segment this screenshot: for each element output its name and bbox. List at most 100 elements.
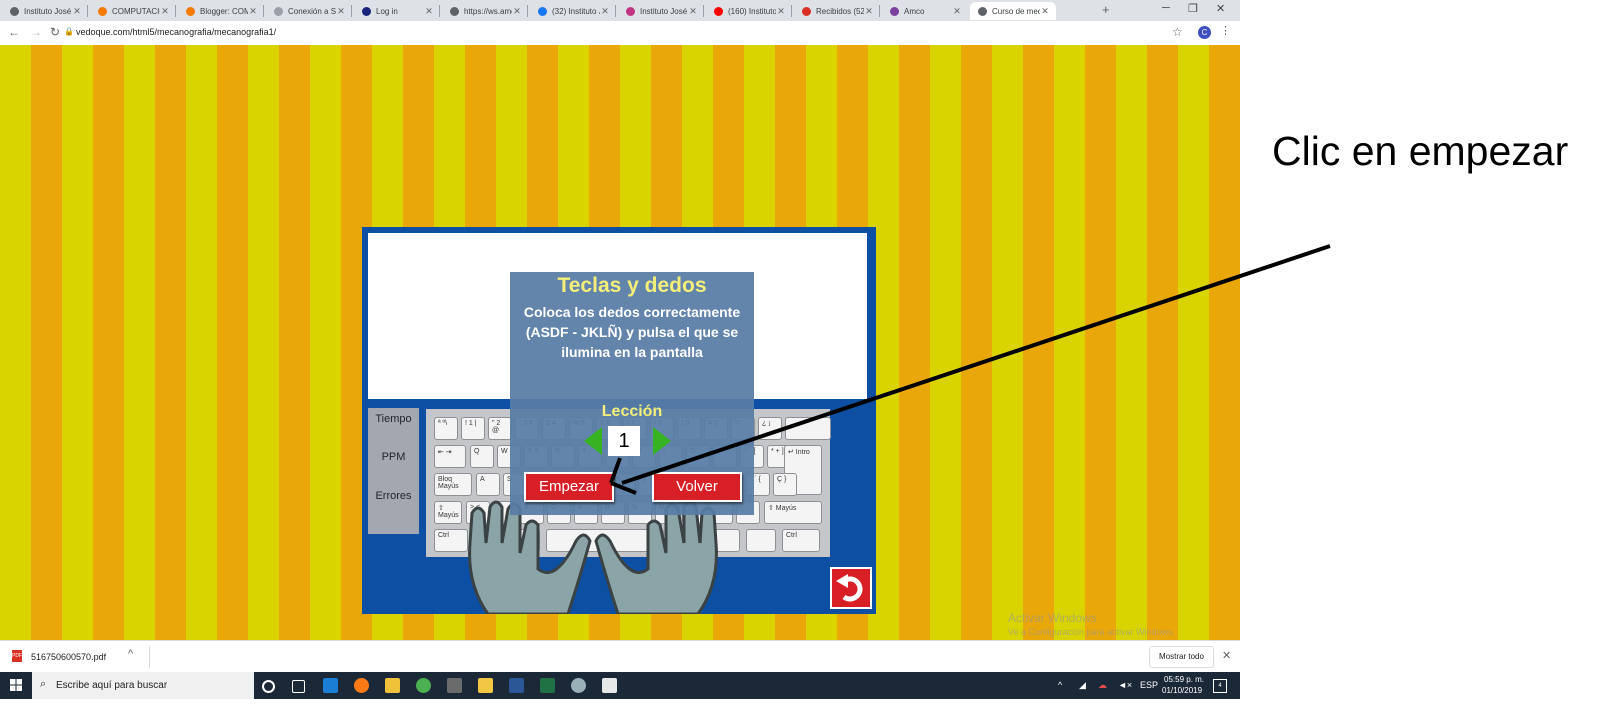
chevron-up-icon[interactable]: ^ [128, 648, 133, 660]
pdf-file-icon[interactable]: PDF [12, 650, 22, 662]
tab-favicon-icon [978, 6, 987, 16]
clock-date[interactable]: 01/10/2019 [1162, 686, 1202, 695]
tab-favicon-icon [714, 6, 723, 16]
mail-icon[interactable] [602, 678, 617, 693]
onedrive-icon[interactable]: ☁ [1098, 680, 1107, 691]
tab-separator [87, 5, 88, 17]
tab-label: Recibidos (52) [816, 6, 864, 16]
file-explorer-icon[interactable] [478, 678, 493, 693]
bookmark-star-icon[interactable]: ☆ [1172, 25, 1183, 39]
clock-time[interactable]: 05:59 p. m. [1164, 675, 1204, 684]
volume-muted-icon[interactable]: ◄× [1118, 680, 1132, 690]
browser-tab[interactable]: (32) Instituto J ✕ [530, 2, 616, 20]
tab-label: Amco [904, 6, 925, 16]
minimize-icon[interactable]: ─ [1162, 2, 1170, 14]
windows-start-icon[interactable] [10, 679, 22, 691]
windows-taskbar: ⌕ Escribe aquí para buscar ^ ◢ ☁ ◄× ESP … [0, 672, 1240, 699]
calculator-icon[interactable] [447, 678, 462, 693]
tab-label: (160) Instituto [728, 6, 776, 16]
network-app-icon[interactable] [571, 678, 586, 693]
chrome-icon[interactable] [416, 678, 431, 693]
keyboard-key: ¿ ¡ [758, 417, 782, 440]
browser-tab[interactable]: https://ws.amc ✕ [442, 2, 528, 20]
browser-tab[interactable]: Amco ✕ [882, 2, 968, 20]
back-arrow-icon[interactable]: ← [8, 25, 20, 39]
tab-label: Curso de mec [992, 6, 1040, 16]
firefox-icon[interactable] [354, 678, 369, 693]
tab-label: Blogger: COM [200, 6, 248, 16]
cortana-icon[interactable] [262, 680, 275, 693]
browser-tab[interactable]: Curso de mec ✕ [970, 2, 1056, 20]
back-button[interactable]: Volver [652, 472, 742, 502]
keyboard-key: ! 1 | [461, 417, 485, 440]
page-viewport: Tiempo PPM Errores ª º\! 1 |" 2 @· 3 #$ … [0, 45, 1240, 640]
task-view-icon[interactable] [292, 680, 305, 693]
browser-tab[interactable]: Blogger: COM ✕ [178, 2, 264, 20]
tab-favicon-icon [362, 6, 371, 16]
tab-close-icon[interactable]: ✕ [336, 6, 346, 17]
notification-center-icon[interactable]: 4 [1213, 679, 1227, 693]
tab-separator [263, 5, 264, 17]
exit-button[interactable] [830, 567, 872, 609]
tab-separator [175, 5, 176, 17]
browser-tab[interactable]: Instituto José ✕ [2, 2, 88, 20]
word-icon[interactable] [509, 678, 524, 693]
restore-icon[interactable]: ❐ [1188, 2, 1198, 15]
tab-close-icon[interactable]: ✕ [600, 6, 610, 17]
tray-chevron-icon[interactable]: ^ [1058, 680, 1062, 690]
browser-tab[interactable]: (160) Instituto ✕ [706, 2, 792, 20]
lock-icon[interactable]: 🔒 [64, 27, 74, 36]
tab-close-icon[interactable]: ✕ [512, 6, 522, 17]
url-text[interactable]: vedoque.com/html5/mecanografia/mecanogra… [76, 27, 276, 37]
excel-icon[interactable] [540, 678, 555, 693]
forward-arrow-icon[interactable]: → [30, 25, 42, 39]
tab-favicon-icon [274, 6, 283, 16]
browser-tab[interactable]: Log in ✕ [354, 2, 440, 20]
lesson-label: Lección [601, 403, 663, 420]
start-button[interactable]: Empezar [524, 472, 614, 502]
activate-windows-title: Activar Windows [1008, 611, 1097, 625]
taskbar-search[interactable]: ⌕ Escribe aquí para buscar [32, 672, 254, 699]
tab-favicon-icon [890, 6, 899, 16]
search-icon: ⌕ [40, 678, 47, 690]
browser-tab[interactable]: COMPUTACIÓ✕ [90, 2, 176, 20]
tab-label: (32) Instituto J [552, 6, 600, 16]
annotation-label: Clic en empezar [1272, 128, 1569, 174]
previous-lesson-arrow-icon[interactable] [584, 427, 602, 455]
tab-close-icon[interactable]: ✕ [864, 6, 874, 17]
tab-favicon-icon [802, 6, 811, 16]
edge-icon[interactable] [323, 678, 338, 693]
tab-separator [879, 5, 880, 17]
new-tab-button[interactable]: + [1102, 2, 1110, 17]
browser-tab[interactable]: Conexión a Sr ✕ [266, 2, 352, 20]
menu-dots-icon[interactable]: ⋮ [1220, 24, 1231, 37]
download-file-name[interactable]: 516750600570.pdf [31, 652, 106, 662]
tab-close-icon[interactable]: ✕ [160, 6, 170, 17]
close-download-bar-icon[interactable]: ✕ [1222, 649, 1231, 662]
search-input[interactable]: Escribe aquí para buscar [56, 680, 167, 691]
tab-close-icon[interactable]: ✕ [1040, 6, 1050, 17]
download-divider [149, 646, 150, 668]
browser-tab[interactable]: Recibidos (52) ✕ [794, 2, 880, 20]
tab-label: Log in [376, 6, 398, 16]
profile-avatar[interactable]: C [1198, 26, 1211, 39]
close-window-icon[interactable]: ✕ [1216, 2, 1225, 15]
reload-icon[interactable]: ↻ [50, 25, 60, 39]
wifi-icon[interactable]: ◢ [1079, 680, 1086, 691]
browser-tab[interactable]: Instituto José ✕ [618, 2, 704, 20]
tab-close-icon[interactable]: ✕ [688, 6, 698, 17]
tab-close-icon[interactable]: ✕ [952, 6, 962, 17]
store-icon[interactable] [385, 678, 400, 693]
keyboard-key: Q [470, 445, 494, 468]
stats-panel: Tiempo PPM Errores [368, 408, 419, 534]
language-indicator[interactable]: ESP [1140, 680, 1158, 690]
show-all-button[interactable]: Mostrar todo [1149, 646, 1214, 668]
tab-close-icon[interactable]: ✕ [776, 6, 786, 17]
tab-label: Instituto José [640, 6, 688, 16]
tab-close-icon[interactable]: ✕ [424, 6, 434, 17]
keyboard-key: ⇤ ⇥ [434, 445, 466, 468]
tab-close-icon[interactable]: ✕ [248, 6, 258, 17]
tab-close-icon[interactable]: ✕ [72, 6, 82, 17]
keyboard-key: ⇧ Mayús [764, 501, 822, 524]
next-lesson-arrow-icon[interactable] [653, 427, 671, 455]
